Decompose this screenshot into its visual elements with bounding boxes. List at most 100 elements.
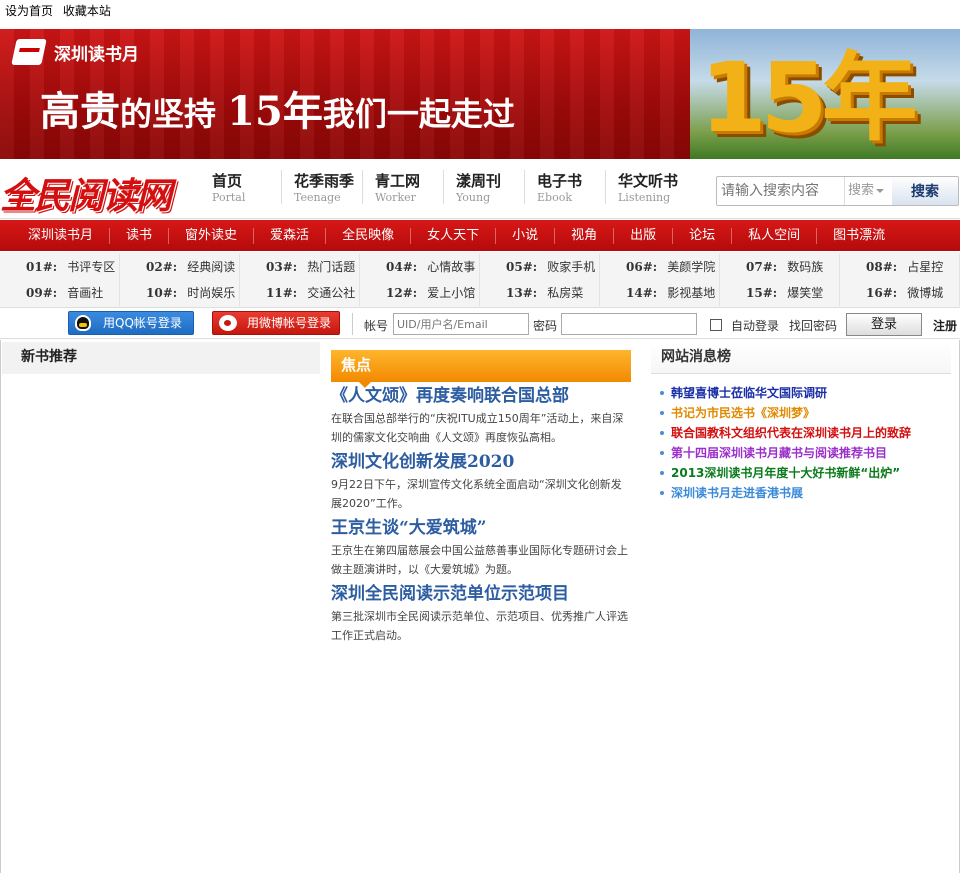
- site-nav: 首页 Portal 花季雨季 Teenage 青工网 Worker 漾周刊 Young …: [200, 170, 686, 204]
- site-nav-sublabel: Ebook: [537, 191, 572, 204]
- news-list: 韩望喜博士莅临华文国际调研 书记为市民选书《深圳梦》 联合国教科文组织代表在深圳…: [651, 383, 951, 503]
- site-header: 全民阅读网 首页 Portal 花季雨季 Teenage 青工网 Worker 漾周刊…: [0, 159, 960, 219]
- section-link[interactable]: 03#: 热门话题: [240, 254, 360, 280]
- main-content: 新书推荐 焦点 《人文颂》再度奏响联合国总部 在联合国总部举行的“庆祝ITU成立…: [0, 340, 960, 873]
- focus-panel: 焦点 《人文颂》再度奏响联合国总部 在联合国总部举行的“庆祝ITU成立150周年…: [331, 350, 631, 645]
- section-link[interactable]: 06#: 美颜学院: [600, 254, 720, 280]
- site-nav-ebook[interactable]: 电子书 Ebook: [524, 170, 605, 204]
- section-link[interactable]: 11#: 交通公社: [240, 280, 360, 306]
- section-label: 心情故事: [427, 260, 476, 274]
- site-nav-sublabel: Teenage: [294, 191, 341, 204]
- section-number: 16#:: [866, 286, 898, 300]
- qq-login-button[interactable]: 用QQ帐号登录: [68, 311, 194, 335]
- site-nav-sublabel: Listening: [618, 191, 671, 204]
- news-item[interactable]: 第十四届深圳读书月藏书与阅读推荐书目: [658, 443, 951, 463]
- numbered-row: 09#: 音画社 10#: 时尚娱乐 11#: 交通公社 12#: 爱上小馆 13#: 私…: [0, 280, 960, 306]
- site-logo[interactable]: 全民阅读网: [0, 167, 172, 219]
- channel-women[interactable]: 女人天下: [411, 227, 497, 244]
- focus-story: 深圳全民阅读示范单位示范项目 第三批深圳市全民阅读示范单位、示范项目、优秀推广人…: [331, 581, 631, 645]
- section-link[interactable]: 14#: 影视基地: [600, 280, 720, 306]
- section-link[interactable]: 15#: 爆笑堂: [720, 280, 840, 306]
- account-label: 帐号: [364, 319, 389, 333]
- focus-story-summary: 9月22日下午，深圳宣传文化系统全面启动“深圳文化创新发展2020”工作。: [331, 478, 622, 510]
- section-link[interactable]: 02#: 经典阅读: [120, 254, 240, 280]
- banner-slogan: 高贵的坚持 15年我们一起走过: [40, 79, 515, 137]
- bookmark-link[interactable]: 收藏本站: [63, 4, 111, 18]
- chevron-down-icon: [876, 188, 885, 193]
- site-nav-portal[interactable]: 首页 Portal: [200, 170, 281, 204]
- banner[interactable]: 深圳读书月 高贵的坚持 15年我们一起走过 15年: [0, 29, 960, 159]
- login-bar: 用QQ帐号登录 用微博帐号登录 帐号 密码 自动登录 找回密码 登录 注册: [0, 309, 960, 339]
- password-input[interactable]: [561, 313, 697, 335]
- section-number: 07#:: [746, 260, 778, 274]
- channel-history[interactable]: 窗外读史: [169, 227, 255, 244]
- section-number: 05#:: [506, 260, 538, 274]
- search-type-select[interactable]: 搜索: [844, 177, 892, 205]
- search-input[interactable]: [717, 177, 844, 205]
- section-link[interactable]: 05#: 败家手机: [480, 254, 600, 280]
- section-link[interactable]: 16#: 微博城: [840, 280, 960, 306]
- weibo-login-button[interactable]: 用微博帐号登录: [212, 311, 340, 335]
- channel-novel[interactable]: 小说: [496, 227, 556, 244]
- section-link[interactable]: 04#: 心情故事: [360, 254, 480, 280]
- search-type-label: 搜索: [848, 183, 875, 198]
- news-item[interactable]: 深圳读书月走进香港书展: [658, 483, 951, 503]
- focus-story-title[interactable]: 王京生谈“大爱筑城”: [331, 515, 631, 541]
- numbered-sections: 01#: 书评专区 02#: 经典阅读 03#: 热门话题 04#: 心情故事 05#:…: [0, 252, 960, 308]
- section-number: 03#:: [266, 260, 298, 274]
- site-nav-teenage[interactable]: 花季雨季 Teenage: [281, 170, 362, 204]
- channel-perspective[interactable]: 视角: [555, 227, 615, 244]
- account-input[interactable]: [393, 313, 529, 335]
- set-home-link[interactable]: 设为首页: [5, 4, 53, 18]
- section-label: 交通公社: [307, 286, 356, 300]
- section-label: 书评专区: [67, 260, 116, 274]
- auto-login-label: 自动登录: [731, 319, 780, 333]
- section-link[interactable]: 10#: 时尚娱乐: [120, 280, 240, 306]
- channel-reading-month[interactable]: 深圳读书月: [12, 227, 111, 244]
- focus-story-title[interactable]: 深圳全民阅读示范单位示范项目: [331, 581, 631, 607]
- retrieve-password-link[interactable]: 找回密码: [789, 317, 837, 334]
- news-item[interactable]: 2013深圳读书月年度十大好书新鲜“出炉”: [658, 463, 951, 483]
- news-item[interactable]: 联合国教科文组织代表在深圳读书月上的致辞: [658, 423, 951, 443]
- focus-story-title[interactable]: 深圳文化创新发展2020: [331, 449, 631, 475]
- reading-month-logo-icon: [11, 39, 47, 65]
- channel-reading[interactable]: 读书: [110, 227, 170, 244]
- section-label: 私房菜: [547, 286, 584, 300]
- register-link[interactable]: 注册: [933, 317, 957, 334]
- section-number: 15#:: [746, 286, 778, 300]
- channel-publishing[interactable]: 出版: [614, 227, 674, 244]
- site-nav-label: 首页: [212, 172, 243, 190]
- news-item[interactable]: 韩望喜博士莅临华文国际调研: [658, 383, 951, 403]
- site-nav-listening[interactable]: 华文听书 Listening: [605, 170, 686, 204]
- news-board-title: 网站消息榜: [651, 342, 951, 374]
- focus-story-title[interactable]: 《人文颂》再度奏响联合国总部: [331, 383, 631, 409]
- channel-forum[interactable]: 论坛: [673, 227, 733, 244]
- section-label: 爱上小馆: [427, 286, 476, 300]
- slogan-part-2: 的坚持: [120, 95, 228, 133]
- top-bar: 设为首页 收藏本站: [0, 0, 960, 29]
- section-number: 02#:: [146, 260, 178, 274]
- auto-login-checkbox[interactable]: [710, 319, 722, 331]
- section-label: 音画社: [67, 286, 104, 300]
- channel-life[interactable]: 爱森活: [254, 227, 327, 244]
- news-item[interactable]: 书记为市民选书《深圳梦》: [658, 403, 951, 423]
- section-link[interactable]: 13#: 私房菜: [480, 280, 600, 306]
- focus-story: 王京生谈“大爱筑城” 王京生在第四届慈展会中国公益慈善事业国际化专题研讨会上做主…: [331, 515, 631, 579]
- section-number: 11#:: [266, 286, 298, 300]
- new-books-header: 新书推荐: [2, 342, 320, 374]
- section-link[interactable]: 12#: 爱上小馆: [360, 280, 480, 306]
- login-button[interactable]: 登录: [846, 313, 922, 336]
- site-nav-young[interactable]: 漾周刊 Young: [443, 170, 524, 204]
- channel-book-drift[interactable]: 图书漂流: [817, 228, 901, 244]
- section-link[interactable]: 08#: 占星控: [840, 254, 960, 280]
- search-button[interactable]: 搜索: [892, 177, 958, 205]
- channel-personal-space[interactable]: 私人空间: [732, 227, 818, 244]
- section-link[interactable]: 01#: 书评专区: [0, 254, 120, 280]
- site-nav-label: 青工网: [375, 172, 421, 190]
- focus-story: 《人文颂》再度奏响联合国总部 在联合国总部举行的“庆祝ITU成立150周年”活动…: [331, 383, 631, 447]
- section-link[interactable]: 09#: 音画社: [0, 280, 120, 306]
- site-nav-worker[interactable]: 青工网 Worker: [362, 170, 443, 204]
- section-label: 占星控: [907, 260, 944, 274]
- channel-video[interactable]: 全民映像: [326, 227, 412, 244]
- section-link[interactable]: 07#: 数码族: [720, 254, 840, 280]
